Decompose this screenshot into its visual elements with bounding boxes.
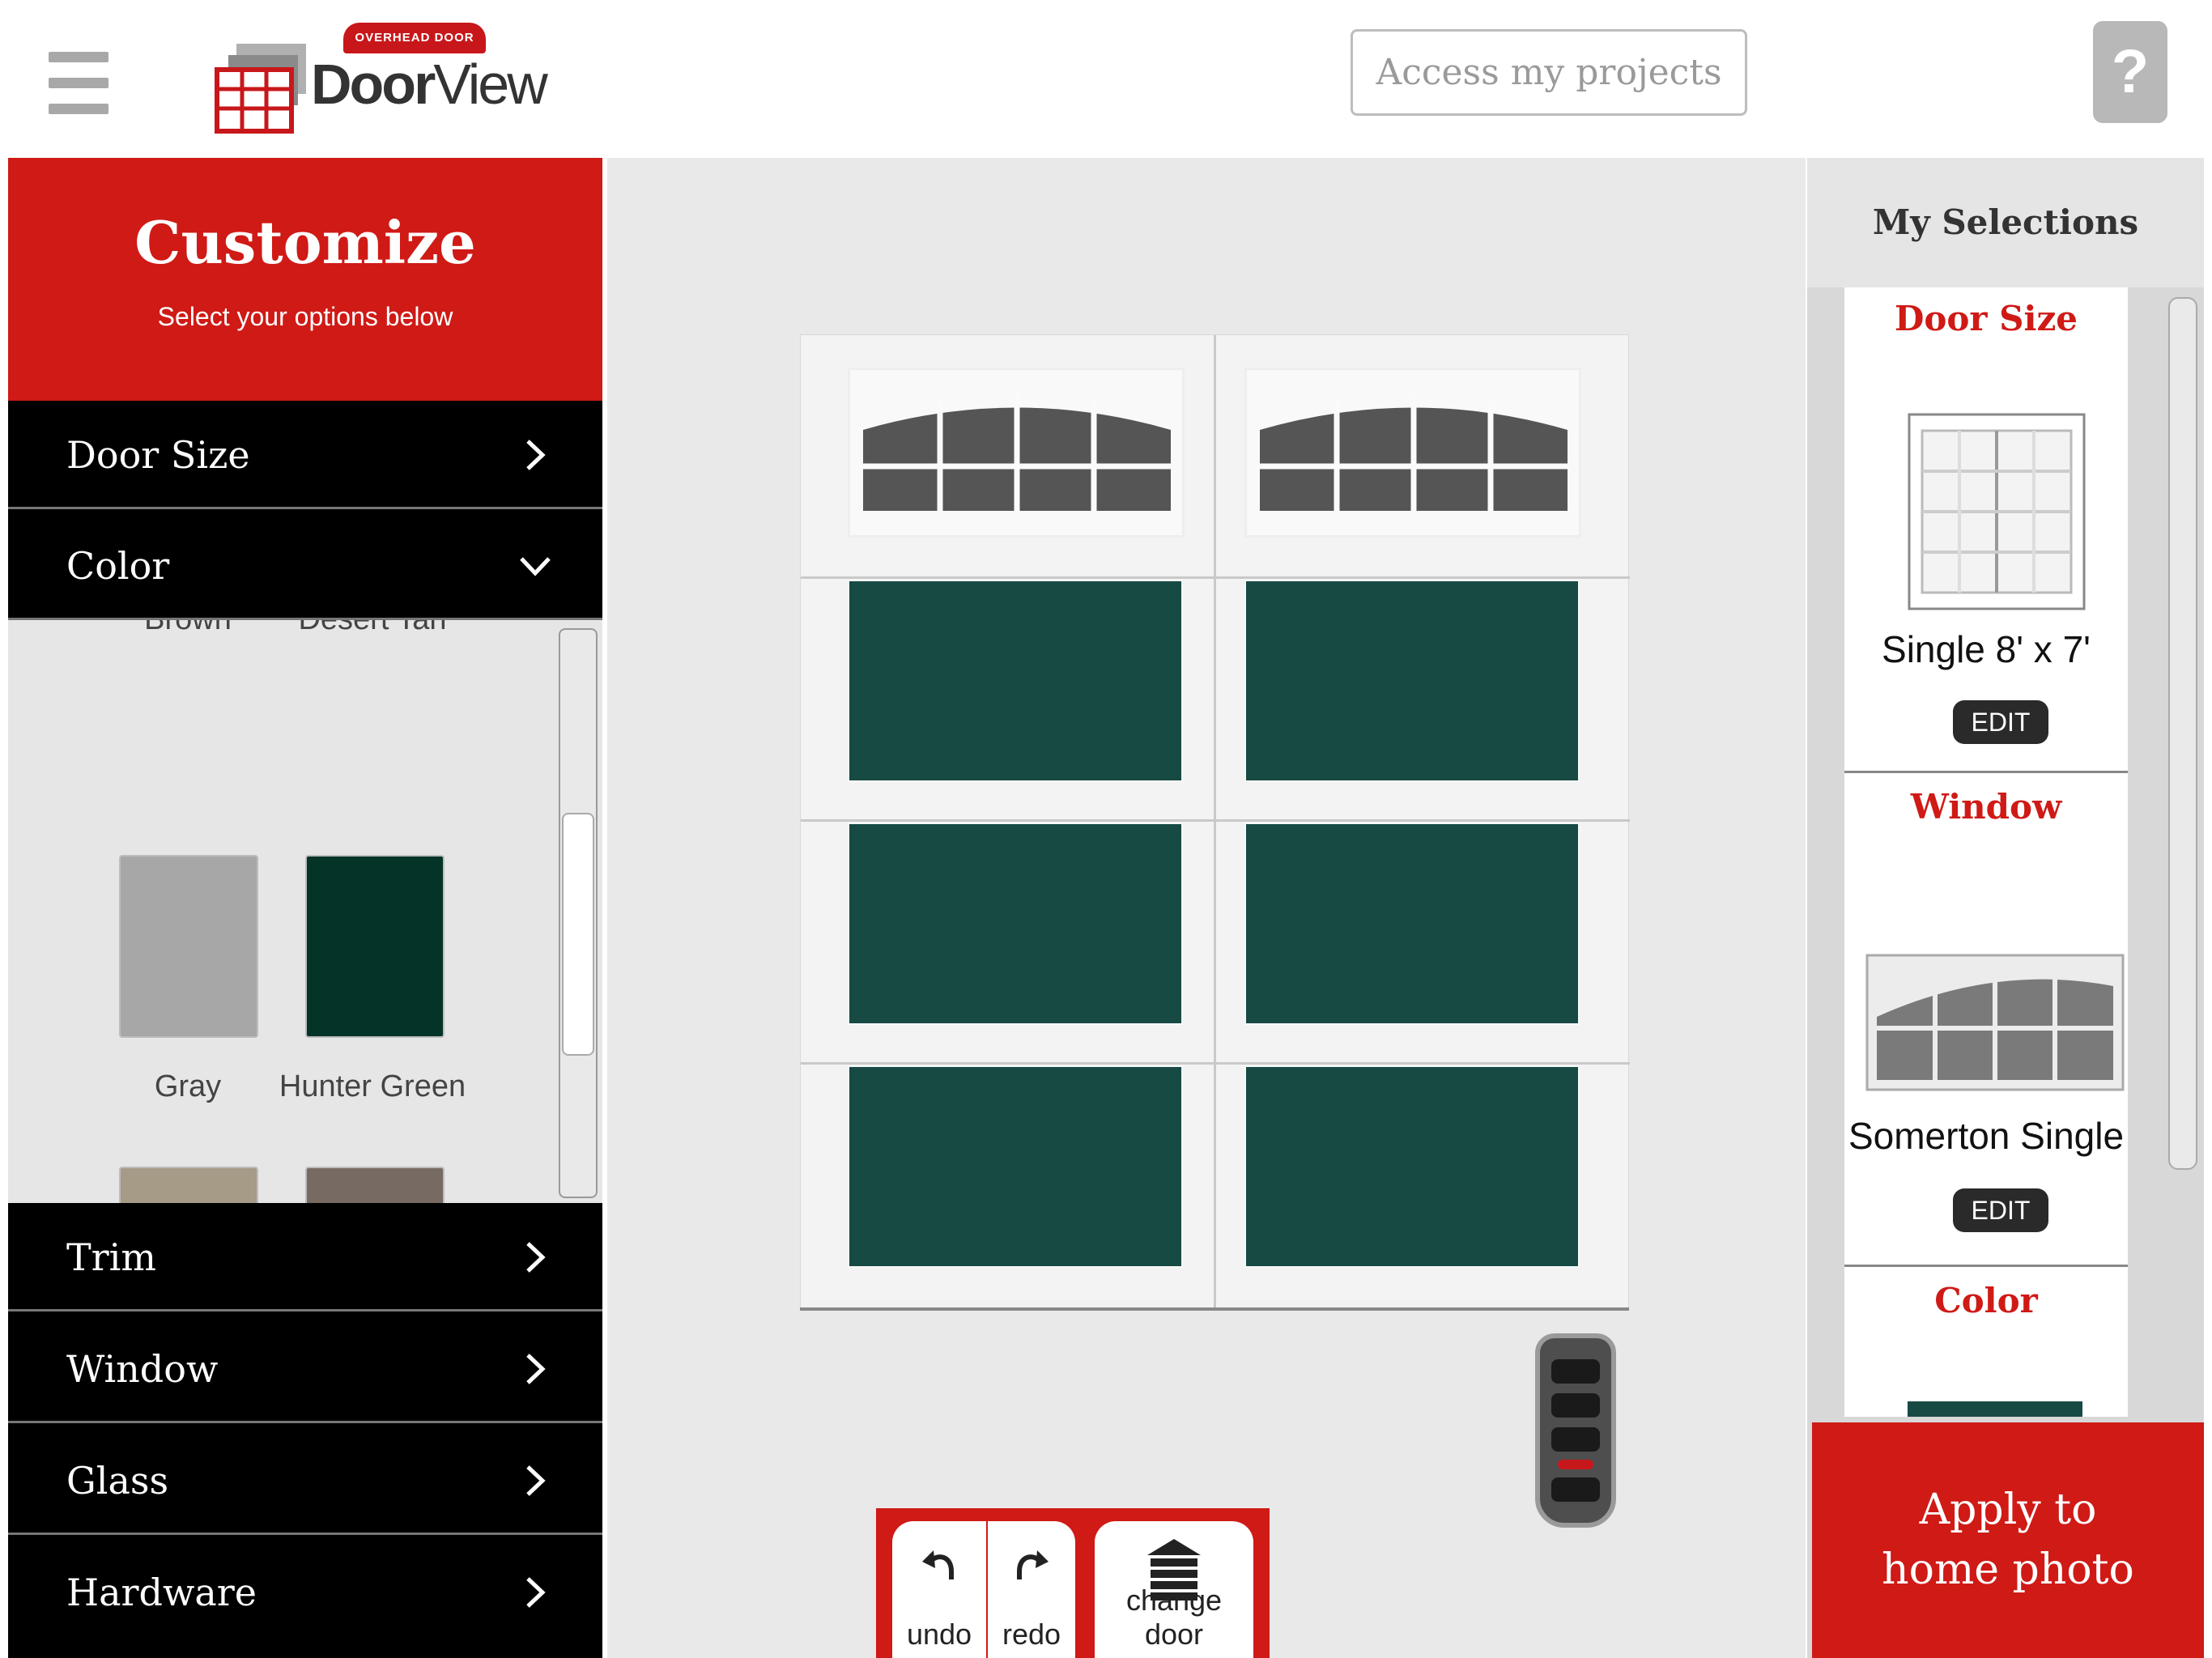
section-window[interactable]: Window — [8, 1315, 602, 1423]
color-swatch[interactable] — [305, 1167, 445, 1203]
section-label: Glass — [66, 1459, 169, 1503]
chevron-right-icon — [526, 1354, 546, 1384]
door-panel — [1244, 823, 1580, 1025]
undo-button[interactable]: undo — [892, 1521, 986, 1658]
chevron-down-icon — [520, 557, 551, 576]
selections-scrollbar[interactable] — [2167, 287, 2199, 1417]
app-header: OVERHEAD DOOR DoorView Access my project… — [0, 0, 2212, 158]
logo-wordmark: DoorView — [311, 52, 548, 117]
window-glass — [1260, 389, 1568, 511]
apply-line-2: home photo — [1882, 1545, 2134, 1594]
edit-door-size-button[interactable]: EDIT — [1953, 700, 2048, 744]
section-label: Door Size — [66, 433, 250, 477]
edit-window-button[interactable]: EDIT — [1953, 1188, 2048, 1232]
my-selections-panel: My Selections Door Size Single 8' x 7' E… — [1807, 158, 2204, 1658]
chevron-right-icon — [526, 1242, 546, 1273]
help-button[interactable]: ? — [2093, 21, 2167, 123]
door-size-thumbnail — [1908, 413, 2086, 610]
change-door-label: change door — [1125, 1584, 1223, 1651]
section-label: Window — [66, 1347, 219, 1391]
door-window — [848, 368, 1185, 538]
selection-color: Color — [1844, 1269, 2128, 1417]
section-label: Trim — [66, 1235, 157, 1279]
color-label-brown: Brown — [83, 620, 293, 637]
color-label-desert-tan: Desert Tan — [267, 620, 478, 637]
redo-button[interactable]: redo — [988, 1521, 1075, 1658]
door-panel — [848, 580, 1183, 782]
color-swatch-gray[interactable] — [119, 855, 258, 1038]
color-scrollbar-thumb[interactable] — [562, 813, 594, 1056]
chevron-right-icon — [526, 440, 546, 470]
undo-icon — [922, 1550, 954, 1579]
chevron-right-icon — [526, 1577, 546, 1608]
selections-list: Door Size Single 8' x 7' EDIT Window Som… — [1844, 287, 2128, 1417]
access-projects-button[interactable]: Access my projects — [1351, 29, 1747, 116]
redo-label: redo — [1002, 1618, 1061, 1651]
preview-toolbar: undo redo change door — [876, 1508, 1270, 1658]
selection-title: Door Size — [1894, 299, 2078, 338]
window-glass — [863, 389, 1171, 511]
color-swatch-hunter-green[interactable] — [305, 855, 445, 1038]
section-glass[interactable]: Glass — [8, 1426, 602, 1535]
apply-to-home-photo-button[interactable]: Apply to home photo — [1812, 1422, 2204, 1658]
color-scrollbar[interactable] — [559, 628, 598, 1198]
selection-door-size: Door Size Single 8' x 7' EDIT — [1844, 287, 2128, 773]
apply-line-1: Apply to — [1919, 1486, 2097, 1534]
menu-icon[interactable] — [49, 50, 108, 117]
door-stack-icon — [215, 44, 306, 134]
door-panel — [848, 823, 1183, 1025]
door-preview-area: undo redo change door — [607, 158, 1806, 1658]
selection-title: Window — [1910, 787, 2062, 827]
section-label: Color — [66, 544, 170, 588]
color-label-gray: Gray — [154, 1069, 222, 1103]
color-options-list: Brown Desert Tan Gray Hunter Green — [8, 620, 602, 1203]
redo-icon — [1017, 1550, 1049, 1579]
selection-value: Single 8' x 7' — [1882, 628, 2091, 670]
selection-value: Somerton Single — [1848, 1115, 2125, 1157]
customize-title: Customize — [134, 208, 476, 277]
change-door-button[interactable]: change door — [1095, 1521, 1253, 1658]
door-panel — [1244, 580, 1580, 782]
customize-header: Customize Select your options below — [8, 158, 602, 401]
section-label: Hardware — [66, 1571, 257, 1614]
section-trim[interactable]: Trim — [8, 1203, 602, 1312]
door-floor-line — [800, 1307, 1629, 1311]
logo-ribbon: OVERHEAD DOOR — [343, 23, 486, 53]
garage-remote-icon — [1535, 1333, 1616, 1528]
logo-word-view: View — [433, 53, 547, 116]
color-swatch[interactable] — [119, 1167, 258, 1203]
undo-label: undo — [906, 1618, 972, 1651]
window-thumbnail — [1865, 954, 2125, 1091]
selection-window: Window Somerton Single EDIT — [1844, 776, 2128, 1267]
customize-panel: Customize Select your options below Door… — [8, 158, 602, 1658]
section-door-size[interactable]: Door Size — [8, 401, 602, 509]
door-center-line — [1214, 335, 1216, 1310]
garage-door-preview[interactable] — [800, 334, 1630, 1310]
door-window — [1244, 368, 1581, 538]
doorview-logo: OVERHEAD DOOR DoorView — [214, 19, 548, 141]
color-thumbnail — [1908, 1401, 2082, 1417]
chevron-right-icon — [526, 1465, 546, 1496]
logo-word-door: Door — [311, 53, 436, 116]
customize-subtitle: Select your options below — [157, 302, 453, 331]
door-panel — [1244, 1065, 1580, 1268]
section-color[interactable]: Color — [8, 512, 602, 620]
color-label-hunter-green: Hunter Green — [279, 1069, 466, 1103]
my-selections-title: My Selections — [1807, 158, 2204, 287]
selections-scrollbar-thumb[interactable] — [2168, 297, 2197, 1170]
door-panel — [848, 1065, 1183, 1268]
selection-title: Color — [1934, 1281, 2038, 1320]
section-hardware[interactable]: Hardware — [8, 1538, 602, 1658]
